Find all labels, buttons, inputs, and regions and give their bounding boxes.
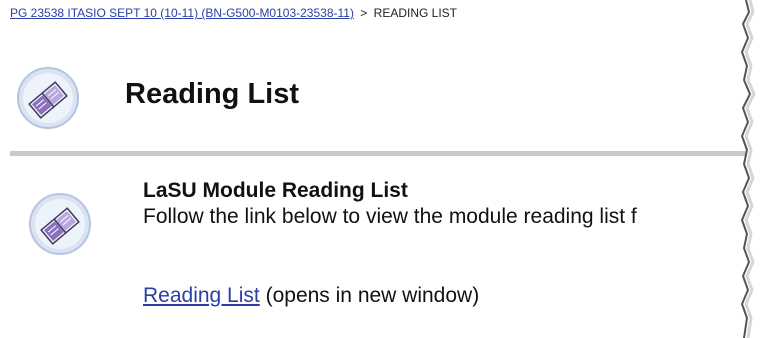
item-description: Follow the link below to view the module…	[143, 205, 637, 228]
torn-edge-decoration	[740, 0, 760, 338]
reading-list-book-icon	[29, 193, 91, 255]
header-divider	[10, 151, 760, 156]
link-note: (opens in new window)	[265, 284, 480, 307]
reading-list-link[interactable]: Reading List	[143, 284, 260, 307]
breadcrumb-separator: >	[360, 6, 368, 20]
item-link-line: Reading List (opens in new window)	[143, 284, 479, 308]
page-title: Reading List	[125, 78, 300, 110]
breadcrumb: PG 23538 ITASIO SEPT 10 (10-11) (BN-G500…	[10, 6, 457, 20]
breadcrumb-course-link[interactable]: PG 23538 ITASIO SEPT 10 (10-11) (BN-G500…	[10, 6, 354, 20]
item-title: LaSU Module Reading List	[143, 179, 408, 202]
breadcrumb-current: READING LIST	[373, 6, 458, 20]
reading-list-book-icon	[17, 67, 79, 129]
